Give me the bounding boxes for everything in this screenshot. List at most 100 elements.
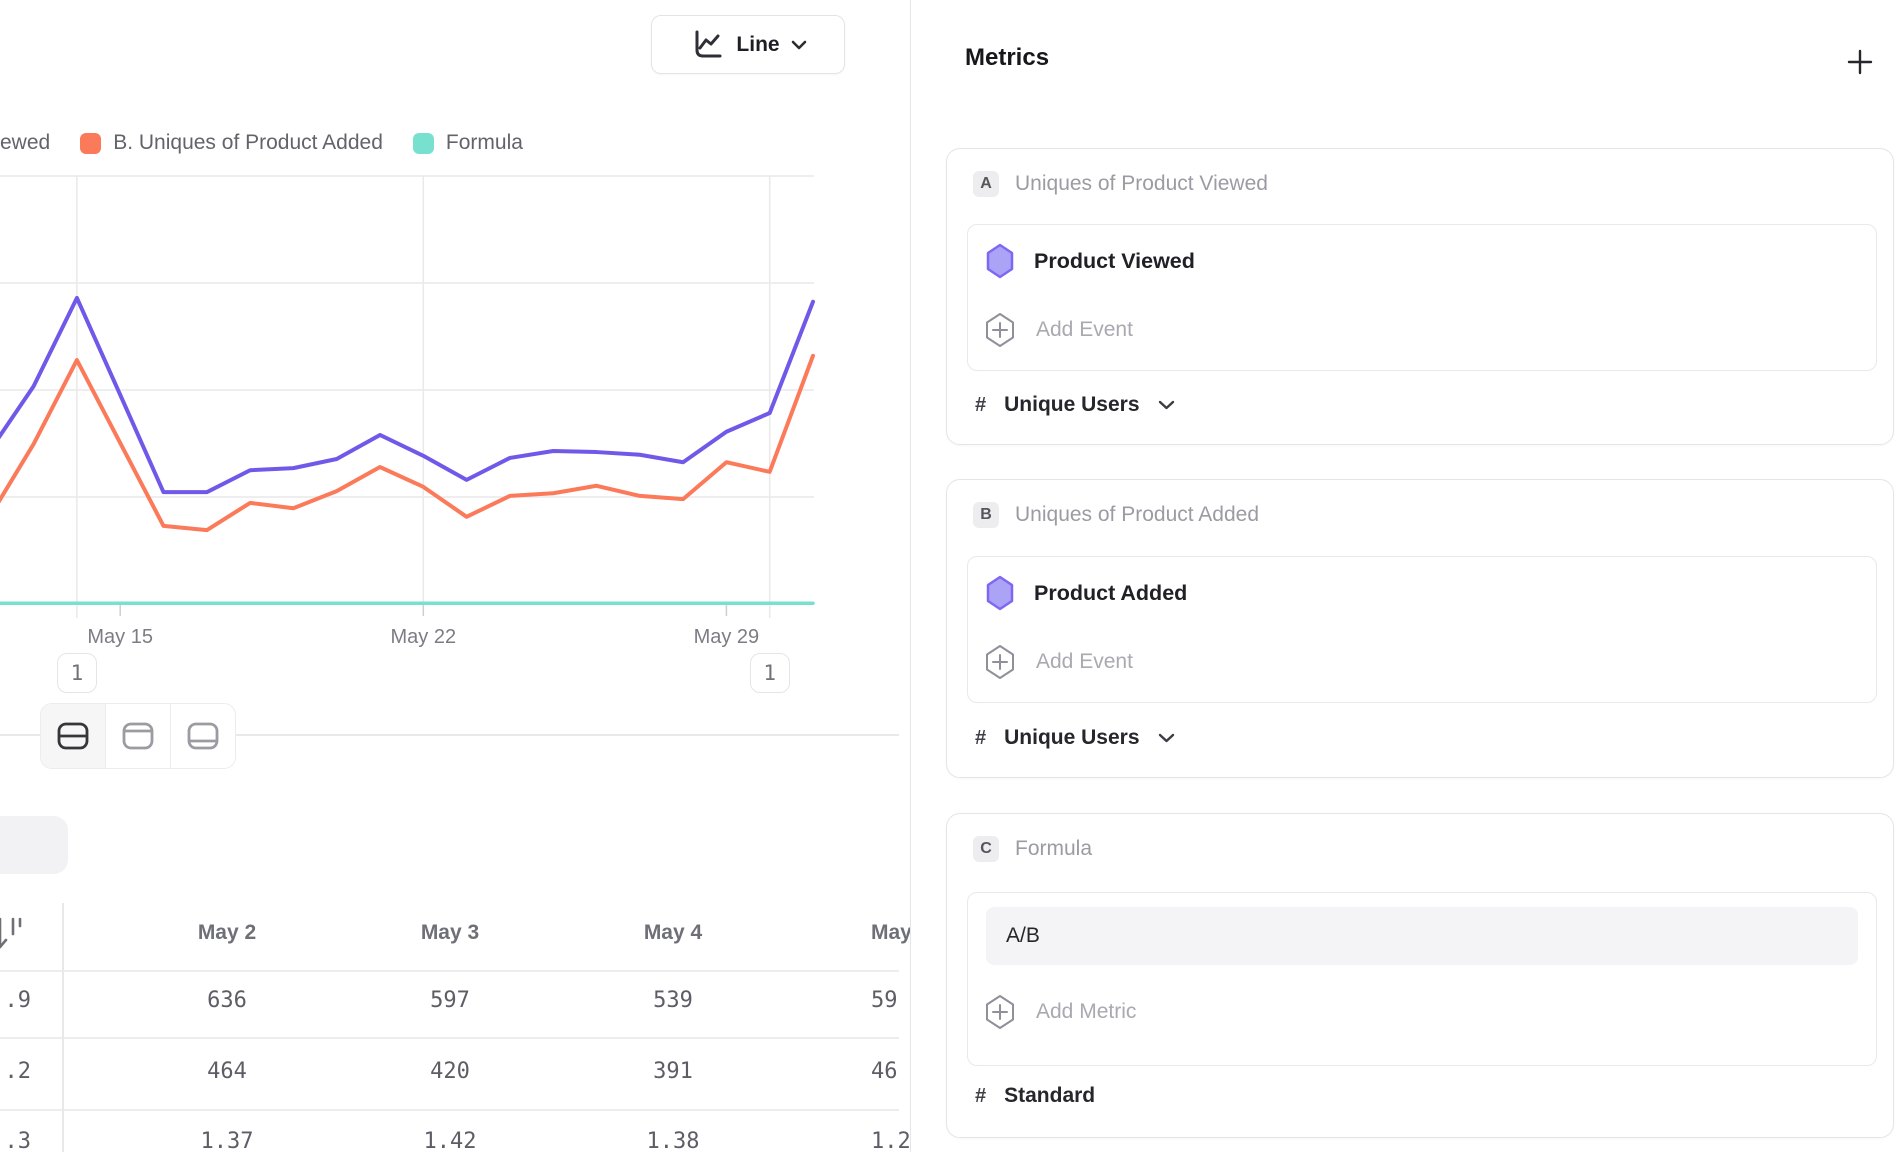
aggregation-selector[interactable]: # Unique Users bbox=[975, 726, 1175, 750]
view-toggle-split-button[interactable] bbox=[41, 704, 106, 768]
table-cell: 464 bbox=[207, 1059, 247, 1084]
table-border bbox=[0, 1109, 899, 1111]
aggregation-label: Unique Users bbox=[1004, 726, 1139, 750]
table-cell: 420 bbox=[430, 1059, 470, 1084]
column-header[interactable]: May bbox=[871, 921, 910, 945]
table-cell: 46 bbox=[871, 1059, 898, 1084]
table-cell: 391 bbox=[653, 1059, 693, 1084]
table-only-view-icon bbox=[184, 717, 222, 755]
chart-type-button[interactable]: Line bbox=[651, 15, 845, 74]
hexagon-icon bbox=[986, 575, 1014, 611]
hexagon-icon bbox=[986, 243, 1014, 279]
formula-card: A/B Add Metric bbox=[967, 892, 1877, 1066]
aggregation-selector[interactable]: # Unique Users bbox=[975, 393, 1175, 417]
add-event-label: Add Event bbox=[1036, 650, 1133, 674]
formula-value: A/B bbox=[1006, 924, 1040, 948]
add-metric-label: Add Metric bbox=[1036, 1000, 1136, 1024]
plus-icon bbox=[1846, 48, 1874, 76]
legend-swatch bbox=[80, 133, 101, 154]
legend-swatch bbox=[413, 133, 434, 154]
event-list-card: Product Viewed Add Event bbox=[967, 224, 1877, 371]
add-event-label: Add Event bbox=[1036, 318, 1133, 342]
view-toggle bbox=[40, 703, 236, 769]
add-event-row[interactable]: Add Event bbox=[984, 311, 1133, 349]
table-column-divider bbox=[62, 903, 64, 1152]
event-name: Product Added bbox=[1034, 581, 1187, 606]
table-corner-chip bbox=[0, 816, 68, 874]
chart-type-label: Line bbox=[736, 33, 779, 57]
table-cell: 539 bbox=[653, 988, 693, 1013]
metrics-panel: Metrics A Uniques of Product Viewed Prod… bbox=[911, 0, 1898, 1152]
view-toggle-table-button[interactable] bbox=[171, 704, 235, 768]
legend-label: B. Uniques of Product Added bbox=[113, 131, 383, 155]
metric-letter-badge: A bbox=[973, 171, 999, 197]
table-cell: 636 bbox=[207, 988, 247, 1013]
chart-panel: Line ewed B. Uniques of Product Added Form… bbox=[0, 0, 910, 1152]
hash-icon: # bbox=[975, 727, 986, 750]
view-toggle-chart-button[interactable] bbox=[106, 704, 171, 768]
metric-card-b: B Uniques of Product Added Product Added bbox=[946, 479, 1894, 778]
event-list-card: Product Added Add Event bbox=[967, 556, 1877, 703]
event-name: Product Viewed bbox=[1034, 249, 1195, 274]
insights-report: Line ewed B. Uniques of Product Added Form… bbox=[0, 0, 1898, 1152]
chart-legend: ewed B. Uniques of Product Added Formula bbox=[0, 129, 523, 157]
table-border bbox=[0, 1037, 899, 1039]
chart-series-A bbox=[0, 298, 813, 492]
legend-item[interactable]: B. Uniques of Product Added bbox=[80, 131, 383, 155]
chart-gridlines bbox=[0, 176, 814, 618]
metric-card-c: C Formula A/B Add Metric # Stan bbox=[946, 813, 1894, 1138]
chevron-down-icon bbox=[1158, 400, 1175, 410]
hexagon-plus-icon bbox=[984, 311, 1016, 349]
table-cell: 1.2 bbox=[871, 1129, 910, 1152]
sort-descending-icon[interactable] bbox=[0, 910, 30, 958]
aggregation-label: Unique Users bbox=[1004, 393, 1139, 417]
metrics-panel-title: Metrics bbox=[965, 44, 1049, 72]
add-metric-plus-button[interactable] bbox=[1844, 46, 1876, 78]
legend-label: ewed bbox=[0, 131, 50, 155]
legend-item[interactable]: ewed bbox=[0, 131, 50, 155]
metric-letter-badge: C bbox=[973, 836, 999, 862]
legend-item[interactable]: Formula bbox=[413, 131, 523, 155]
hash-icon: # bbox=[975, 394, 986, 417]
metric-card-header: C Formula bbox=[973, 836, 1092, 862]
table-cell: .9 bbox=[0, 988, 31, 1013]
table-border bbox=[0, 970, 899, 972]
metric-card-a: A Uniques of Product Viewed Product View… bbox=[946, 148, 1894, 445]
column-header[interactable]: May 3 bbox=[421, 921, 479, 945]
x-axis-label: May 15 bbox=[87, 626, 153, 649]
add-event-row[interactable]: Add Event bbox=[984, 643, 1133, 681]
aggregation-selector[interactable]: # Standard bbox=[975, 1084, 1095, 1108]
table-cell: 1.37 bbox=[201, 1129, 254, 1152]
line-chart-icon bbox=[689, 28, 725, 62]
chart-series-B bbox=[0, 356, 813, 530]
metric-card-header: B Uniques of Product Added bbox=[973, 502, 1259, 528]
metric-card-title: Uniques of Product Viewed bbox=[1015, 172, 1268, 196]
metric-card-title: Formula bbox=[1015, 837, 1092, 861]
add-metric-row[interactable]: Add Metric bbox=[984, 993, 1136, 1031]
annotation-badge[interactable]: 1 bbox=[750, 653, 790, 693]
chart-only-view-icon bbox=[119, 717, 157, 755]
metric-card-title: Uniques of Product Added bbox=[1015, 503, 1259, 527]
table-cell: .2 bbox=[0, 1059, 31, 1084]
split-view-icon bbox=[54, 717, 92, 755]
table-cell: 59 bbox=[871, 988, 898, 1013]
hash-icon: # bbox=[975, 1085, 986, 1108]
chevron-down-icon bbox=[791, 40, 807, 50]
table-cell: .3 bbox=[0, 1129, 31, 1152]
formula-input[interactable]: A/B bbox=[986, 907, 1858, 965]
table-cell: 1.42 bbox=[424, 1129, 477, 1152]
x-axis-label: May 22 bbox=[391, 626, 457, 649]
aggregation-label: Standard bbox=[1004, 1084, 1095, 1108]
event-row[interactable]: Product Added bbox=[986, 575, 1187, 611]
x-axis-label: May 29 bbox=[694, 626, 760, 649]
legend-label: Formula bbox=[446, 131, 523, 155]
table-cell: 597 bbox=[430, 988, 470, 1013]
chevron-down-icon bbox=[1158, 733, 1175, 743]
column-header[interactable]: May 4 bbox=[644, 921, 702, 945]
metric-card-header: A Uniques of Product Viewed bbox=[973, 171, 1268, 197]
table-cell: 1.38 bbox=[647, 1129, 700, 1152]
event-row[interactable]: Product Viewed bbox=[986, 243, 1195, 279]
metric-letter-badge: B bbox=[973, 502, 999, 528]
column-header[interactable]: May 2 bbox=[198, 921, 256, 945]
annotation-badge[interactable]: 1 bbox=[57, 653, 97, 693]
